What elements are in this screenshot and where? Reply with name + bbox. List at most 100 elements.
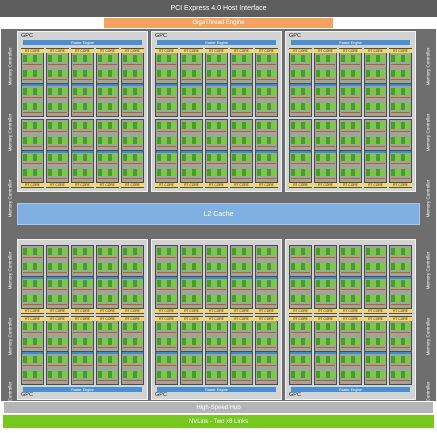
cuda-core-block <box>123 248 127 255</box>
cuda-core-block <box>326 295 330 302</box>
sm-block <box>256 321 277 351</box>
load-store-units <box>257 332 276 333</box>
cuda-core-block <box>128 122 132 129</box>
cuda-core-block <box>58 280 62 287</box>
cuda-core-block <box>167 137 171 144</box>
cuda-core-block <box>48 154 52 161</box>
cuda-core-block <box>212 137 216 144</box>
load-store-units <box>23 289 42 290</box>
cuda-core-block <box>172 55 176 62</box>
cuda-core-block <box>33 122 37 129</box>
load-store-units <box>391 146 410 147</box>
texture-units <box>206 151 227 153</box>
cuda-core-block <box>73 169 77 176</box>
gpc-label: GPC <box>155 33 167 39</box>
cuda-core-block <box>133 356 137 363</box>
load-store-units <box>291 178 310 179</box>
sm-block <box>72 120 93 150</box>
tpc: RT CORE <box>230 316 253 385</box>
load-store-units <box>207 178 226 179</box>
cuda-core-block <box>301 122 305 129</box>
cuda-core-block <box>237 323 241 330</box>
cuda-core-block <box>167 323 171 330</box>
cuda-core-block <box>346 122 350 129</box>
cuda-core-block <box>88 295 92 302</box>
cuda-core-block <box>371 122 375 129</box>
cuda-core-block <box>376 88 380 95</box>
sm-block <box>72 321 93 351</box>
load-store-units <box>98 289 117 290</box>
load-store-units <box>366 332 385 333</box>
cuda-core-block <box>113 122 117 129</box>
rt-core: RT CORE <box>121 309 144 313</box>
load-store-units <box>73 146 92 147</box>
cuda-core-block <box>406 88 410 95</box>
cuda-core-block <box>157 55 161 62</box>
cuda-core-block <box>262 338 266 345</box>
cuda-core-block <box>157 356 161 363</box>
cuda-core-block <box>207 88 211 95</box>
sm-block <box>181 86 202 116</box>
load-store-units <box>73 97 92 98</box>
cuda-core-block <box>371 169 375 176</box>
cuda-core-block <box>346 338 350 345</box>
cuda-core-block <box>217 122 221 129</box>
cuda-core-block <box>391 154 395 161</box>
load-store-units <box>257 131 276 132</box>
load-store-units <box>73 64 92 65</box>
rt-core: RT CORE <box>205 49 228 53</box>
sm-block <box>156 152 177 182</box>
cuda-core-block <box>401 103 405 110</box>
load-store-units <box>207 304 226 305</box>
cuda-core-block <box>296 280 300 287</box>
cuda-core-block <box>376 137 380 144</box>
cuda-core-block <box>331 263 335 270</box>
cuda-core-block <box>33 55 37 62</box>
cuda-core-block <box>262 88 266 95</box>
cuda-core-block <box>172 154 176 161</box>
cuda-core-block <box>123 103 127 110</box>
rt-core: RT CORE <box>364 183 387 187</box>
cuda-core-block <box>53 122 57 129</box>
load-store-units <box>73 347 92 348</box>
cuda-core-block <box>98 323 102 330</box>
cuda-core-block <box>306 323 310 330</box>
cuda-core-block <box>267 169 271 176</box>
cuda-core-block <box>123 88 127 95</box>
cuda-core-block <box>138 263 142 270</box>
sm-block <box>72 152 93 182</box>
load-store-units <box>366 97 385 98</box>
cuda-core-block <box>128 323 132 330</box>
cuda-core-block <box>366 55 370 62</box>
cuda-core-block <box>257 248 261 255</box>
cuda-core-block <box>38 263 42 270</box>
cuda-core-block <box>237 169 241 176</box>
cuda-core-block <box>381 103 385 110</box>
cuda-core-block <box>53 295 57 302</box>
cuda-core-block <box>301 356 305 363</box>
cuda-core-block <box>296 137 300 144</box>
texture-units <box>365 277 386 279</box>
cuda-core-block <box>306 371 310 378</box>
cuda-core-block <box>267 88 271 95</box>
texture-units <box>340 151 361 153</box>
rt-core: RT CORE <box>230 309 253 313</box>
cuda-core-block <box>192 323 196 330</box>
cuda-core-block <box>262 103 266 110</box>
sm-block <box>340 53 361 83</box>
cuda-core-block <box>381 356 385 363</box>
texture-units <box>122 277 143 279</box>
cuda-core-block <box>341 248 345 255</box>
tpc: RT CORE <box>289 316 312 385</box>
cuda-core-block <box>267 280 271 287</box>
load-store-units <box>257 272 276 273</box>
cuda-core-block <box>316 103 320 110</box>
cuda-core-block <box>38 169 42 176</box>
cuda-core-block <box>301 295 305 302</box>
cuda-core-block <box>321 263 325 270</box>
memory-controller-label: Memory Controller <box>425 317 430 355</box>
cuda-core-block <box>356 122 360 129</box>
load-store-units <box>98 304 117 305</box>
cuda-core-block <box>182 122 186 129</box>
cuda-core-block <box>291 263 295 270</box>
